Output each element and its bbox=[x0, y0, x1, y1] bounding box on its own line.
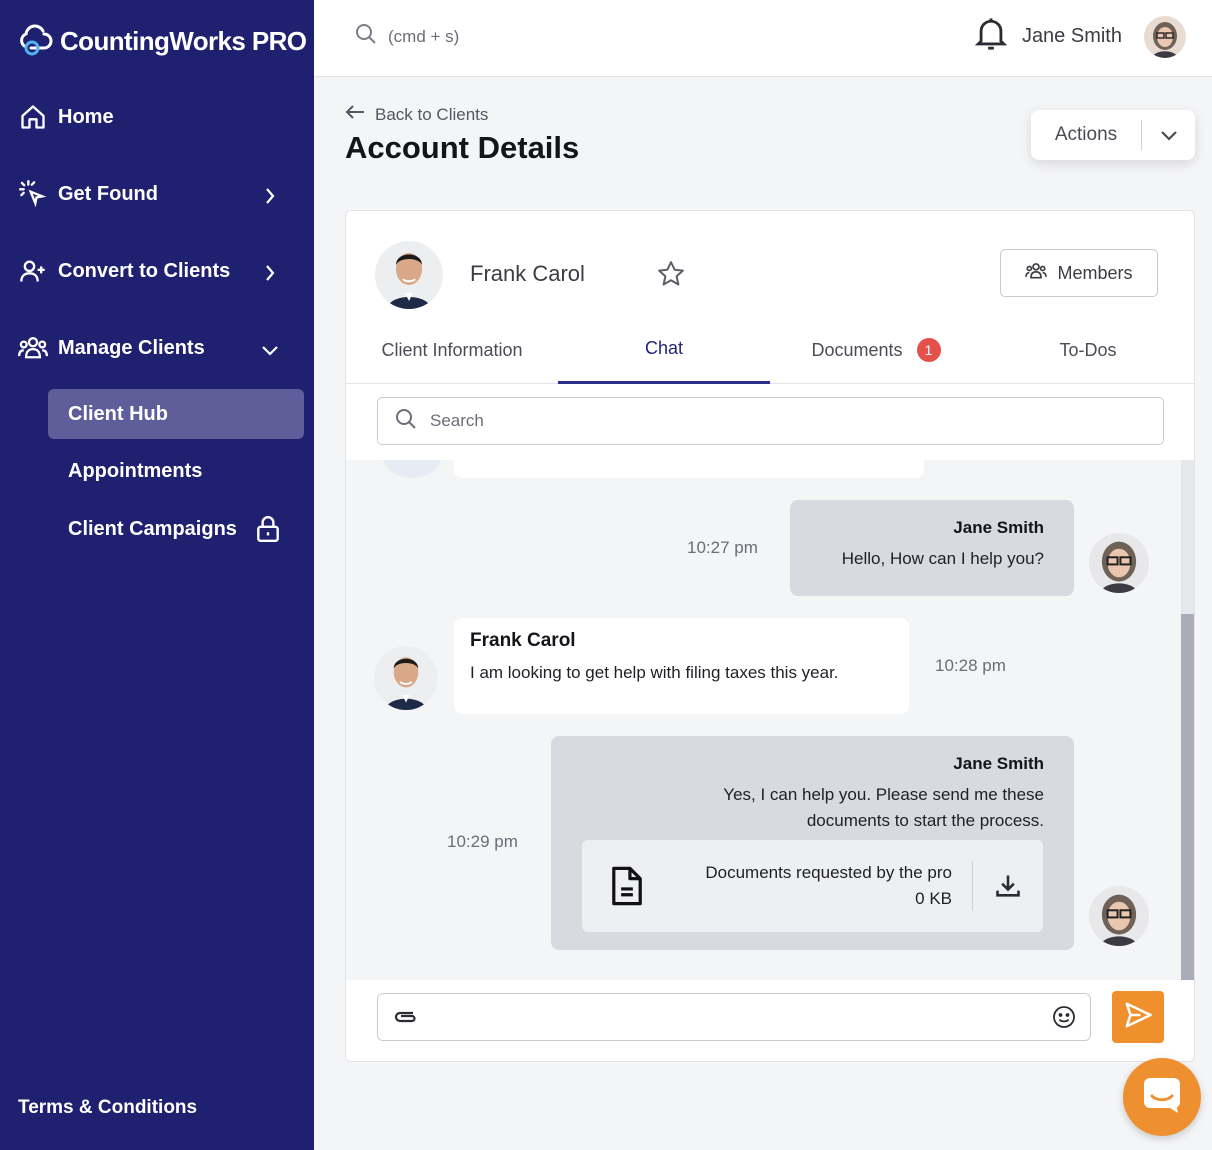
attachment-card[interactable]: Documents requested by the pro 0 KB bbox=[582, 840, 1043, 932]
users-icon bbox=[18, 333, 48, 363]
user-name[interactable]: Jane Smith bbox=[1022, 25, 1122, 48]
tab-documents[interactable]: Documents 1 bbox=[770, 316, 982, 384]
document-icon bbox=[582, 864, 672, 908]
brand-logo[interactable]: CountingWorks PRO bbox=[16, 20, 307, 63]
bell-icon[interactable] bbox=[974, 15, 1008, 58]
send-button[interactable] bbox=[1112, 991, 1164, 1043]
cloud-logo-icon bbox=[16, 20, 54, 63]
tab-todos[interactable]: To-Dos bbox=[982, 316, 1194, 384]
home-icon bbox=[18, 102, 48, 132]
page-title: Account Details bbox=[345, 130, 580, 165]
previous-message-bubble bbox=[454, 460, 924, 478]
chevron-down-icon[interactable] bbox=[1142, 128, 1195, 142]
tab-label: To-Dos bbox=[1059, 339, 1117, 360]
sidebar: CountingWorks PRO Home Get Found Convert… bbox=[0, 0, 314, 1150]
members-label: Members bbox=[1057, 262, 1133, 283]
tab-chat[interactable]: Chat bbox=[558, 316, 770, 384]
message-sender: Jane Smith bbox=[953, 518, 1044, 537]
back-label: Back to Clients bbox=[375, 104, 489, 124]
search-icon bbox=[354, 22, 378, 51]
message-time: 10:27 pm bbox=[687, 538, 758, 557]
search-icon bbox=[394, 407, 418, 436]
sidebar-item-label: Get Found bbox=[58, 182, 158, 205]
message-time: 10:29 pm bbox=[447, 832, 518, 851]
attachment-size: 0 KB bbox=[915, 889, 952, 908]
message-text: Hello, How can I help you? bbox=[841, 549, 1044, 568]
chat-bubble-icon bbox=[1142, 1076, 1182, 1119]
sidebar-subitem-label: Client Campaigns bbox=[68, 517, 237, 540]
avatar bbox=[1089, 886, 1149, 946]
arrow-left-icon bbox=[345, 104, 365, 125]
message-sender: Jane Smith bbox=[953, 754, 1044, 773]
message-time: 10:28 pm bbox=[935, 656, 1006, 675]
search-hint: (cmd + s) bbox=[388, 26, 460, 46]
sidebar-subitem-client-hub[interactable]: Client Hub bbox=[48, 389, 304, 439]
lock-icon bbox=[255, 515, 281, 543]
scrollbar-thumb[interactable] bbox=[1181, 614, 1194, 980]
send-icon bbox=[1123, 1000, 1153, 1035]
message-bubble-sent: Jane Smith Hello, How can I help you? bbox=[790, 500, 1074, 596]
users-icon bbox=[1025, 261, 1048, 286]
back-to-clients-link[interactable]: Back to Clients bbox=[345, 104, 488, 125]
sidebar-item-label: Home bbox=[58, 105, 114, 128]
emoji-icon[interactable] bbox=[1052, 1005, 1076, 1034]
members-button[interactable]: Members bbox=[1000, 249, 1158, 297]
chat-messages[interactable]: 10:27 pm Jane Smith Hello, How can I hel… bbox=[346, 460, 1194, 980]
actions-dropdown[interactable]: Actions bbox=[1031, 110, 1195, 160]
tab-label: Client Information bbox=[381, 339, 523, 360]
cursor-click-icon bbox=[18, 179, 48, 209]
chat-search-input[interactable]: Search bbox=[377, 397, 1164, 445]
sidebar-subitem-label: Appointments bbox=[68, 459, 203, 482]
sidebar-subitem-label: Client Hub bbox=[68, 402, 168, 425]
user-plus-icon bbox=[18, 256, 48, 286]
scrollbar[interactable] bbox=[1181, 460, 1194, 980]
sidebar-item-label: Convert to Clients bbox=[58, 259, 231, 282]
actions-label: Actions bbox=[1054, 124, 1118, 145]
star-icon[interactable] bbox=[656, 259, 686, 294]
message-input[interactable] bbox=[377, 993, 1091, 1041]
chevron-down-icon[interactable] bbox=[258, 338, 282, 362]
attachment-title: Documents requested by the pro bbox=[705, 863, 952, 882]
sidebar-item-home[interactable]: Home bbox=[18, 102, 114, 132]
tab-label: Documents bbox=[811, 339, 903, 360]
client-card: Frank Carol Members Client Information C… bbox=[345, 210, 1195, 1062]
message-text-line: Yes, I can help you. Please send me thes… bbox=[723, 785, 1044, 804]
chevron-right-icon[interactable] bbox=[258, 184, 282, 208]
brand-name: CountingWorks PRO bbox=[60, 26, 307, 56]
tab-label: Chat bbox=[644, 338, 684, 358]
search-placeholder: Search bbox=[430, 411, 484, 430]
avatar[interactable] bbox=[1144, 15, 1186, 58]
sidebar-subitem-appointments[interactable]: Appointments bbox=[48, 446, 304, 496]
tab-client-information[interactable]: Client Information bbox=[346, 316, 558, 384]
top-bar: (cmd + s) Jane Smith bbox=[314, 0, 1212, 77]
chevron-right-icon[interactable] bbox=[258, 261, 282, 285]
sidebar-item-convert-to-clients[interactable]: Convert to Clients bbox=[18, 256, 230, 286]
message-bubble-sent: Jane Smith Yes, I can help you. Please s… bbox=[551, 736, 1074, 950]
client-tabs: Client Information Chat Documents 1 To-D… bbox=[346, 316, 1194, 384]
sidebar-subitem-client-campaigns[interactable]: Client Campaigns bbox=[48, 504, 304, 554]
paperclip-icon[interactable] bbox=[392, 1006, 418, 1033]
download-icon[interactable] bbox=[973, 872, 1043, 900]
client-avatar bbox=[375, 241, 443, 309]
sidebar-item-manage-clients[interactable]: Manage Clients bbox=[18, 333, 205, 363]
notification-badge: 1 bbox=[916, 338, 941, 362]
message-sender: Frank Carol bbox=[470, 630, 576, 651]
avatar bbox=[1089, 533, 1149, 593]
global-search[interactable]: (cmd + s) bbox=[354, 22, 459, 51]
message-text-line: documents to start the process. bbox=[806, 811, 1044, 830]
message-text: I am looking to get help with filing tax… bbox=[470, 663, 839, 682]
sidebar-item-label: Manage Clients bbox=[58, 336, 205, 359]
client-avatar bbox=[374, 646, 438, 710]
sidebar-item-get-found[interactable]: Get Found bbox=[18, 179, 158, 209]
message-bubble-received: Frank Carol I am looking to get help wit… bbox=[454, 618, 909, 714]
terms-link[interactable]: Terms & Conditions bbox=[18, 1097, 197, 1119]
chat-launcher-button[interactable] bbox=[1123, 1058, 1201, 1136]
previous-avatar bbox=[382, 460, 442, 478]
client-name: Frank Carol bbox=[470, 261, 585, 286]
